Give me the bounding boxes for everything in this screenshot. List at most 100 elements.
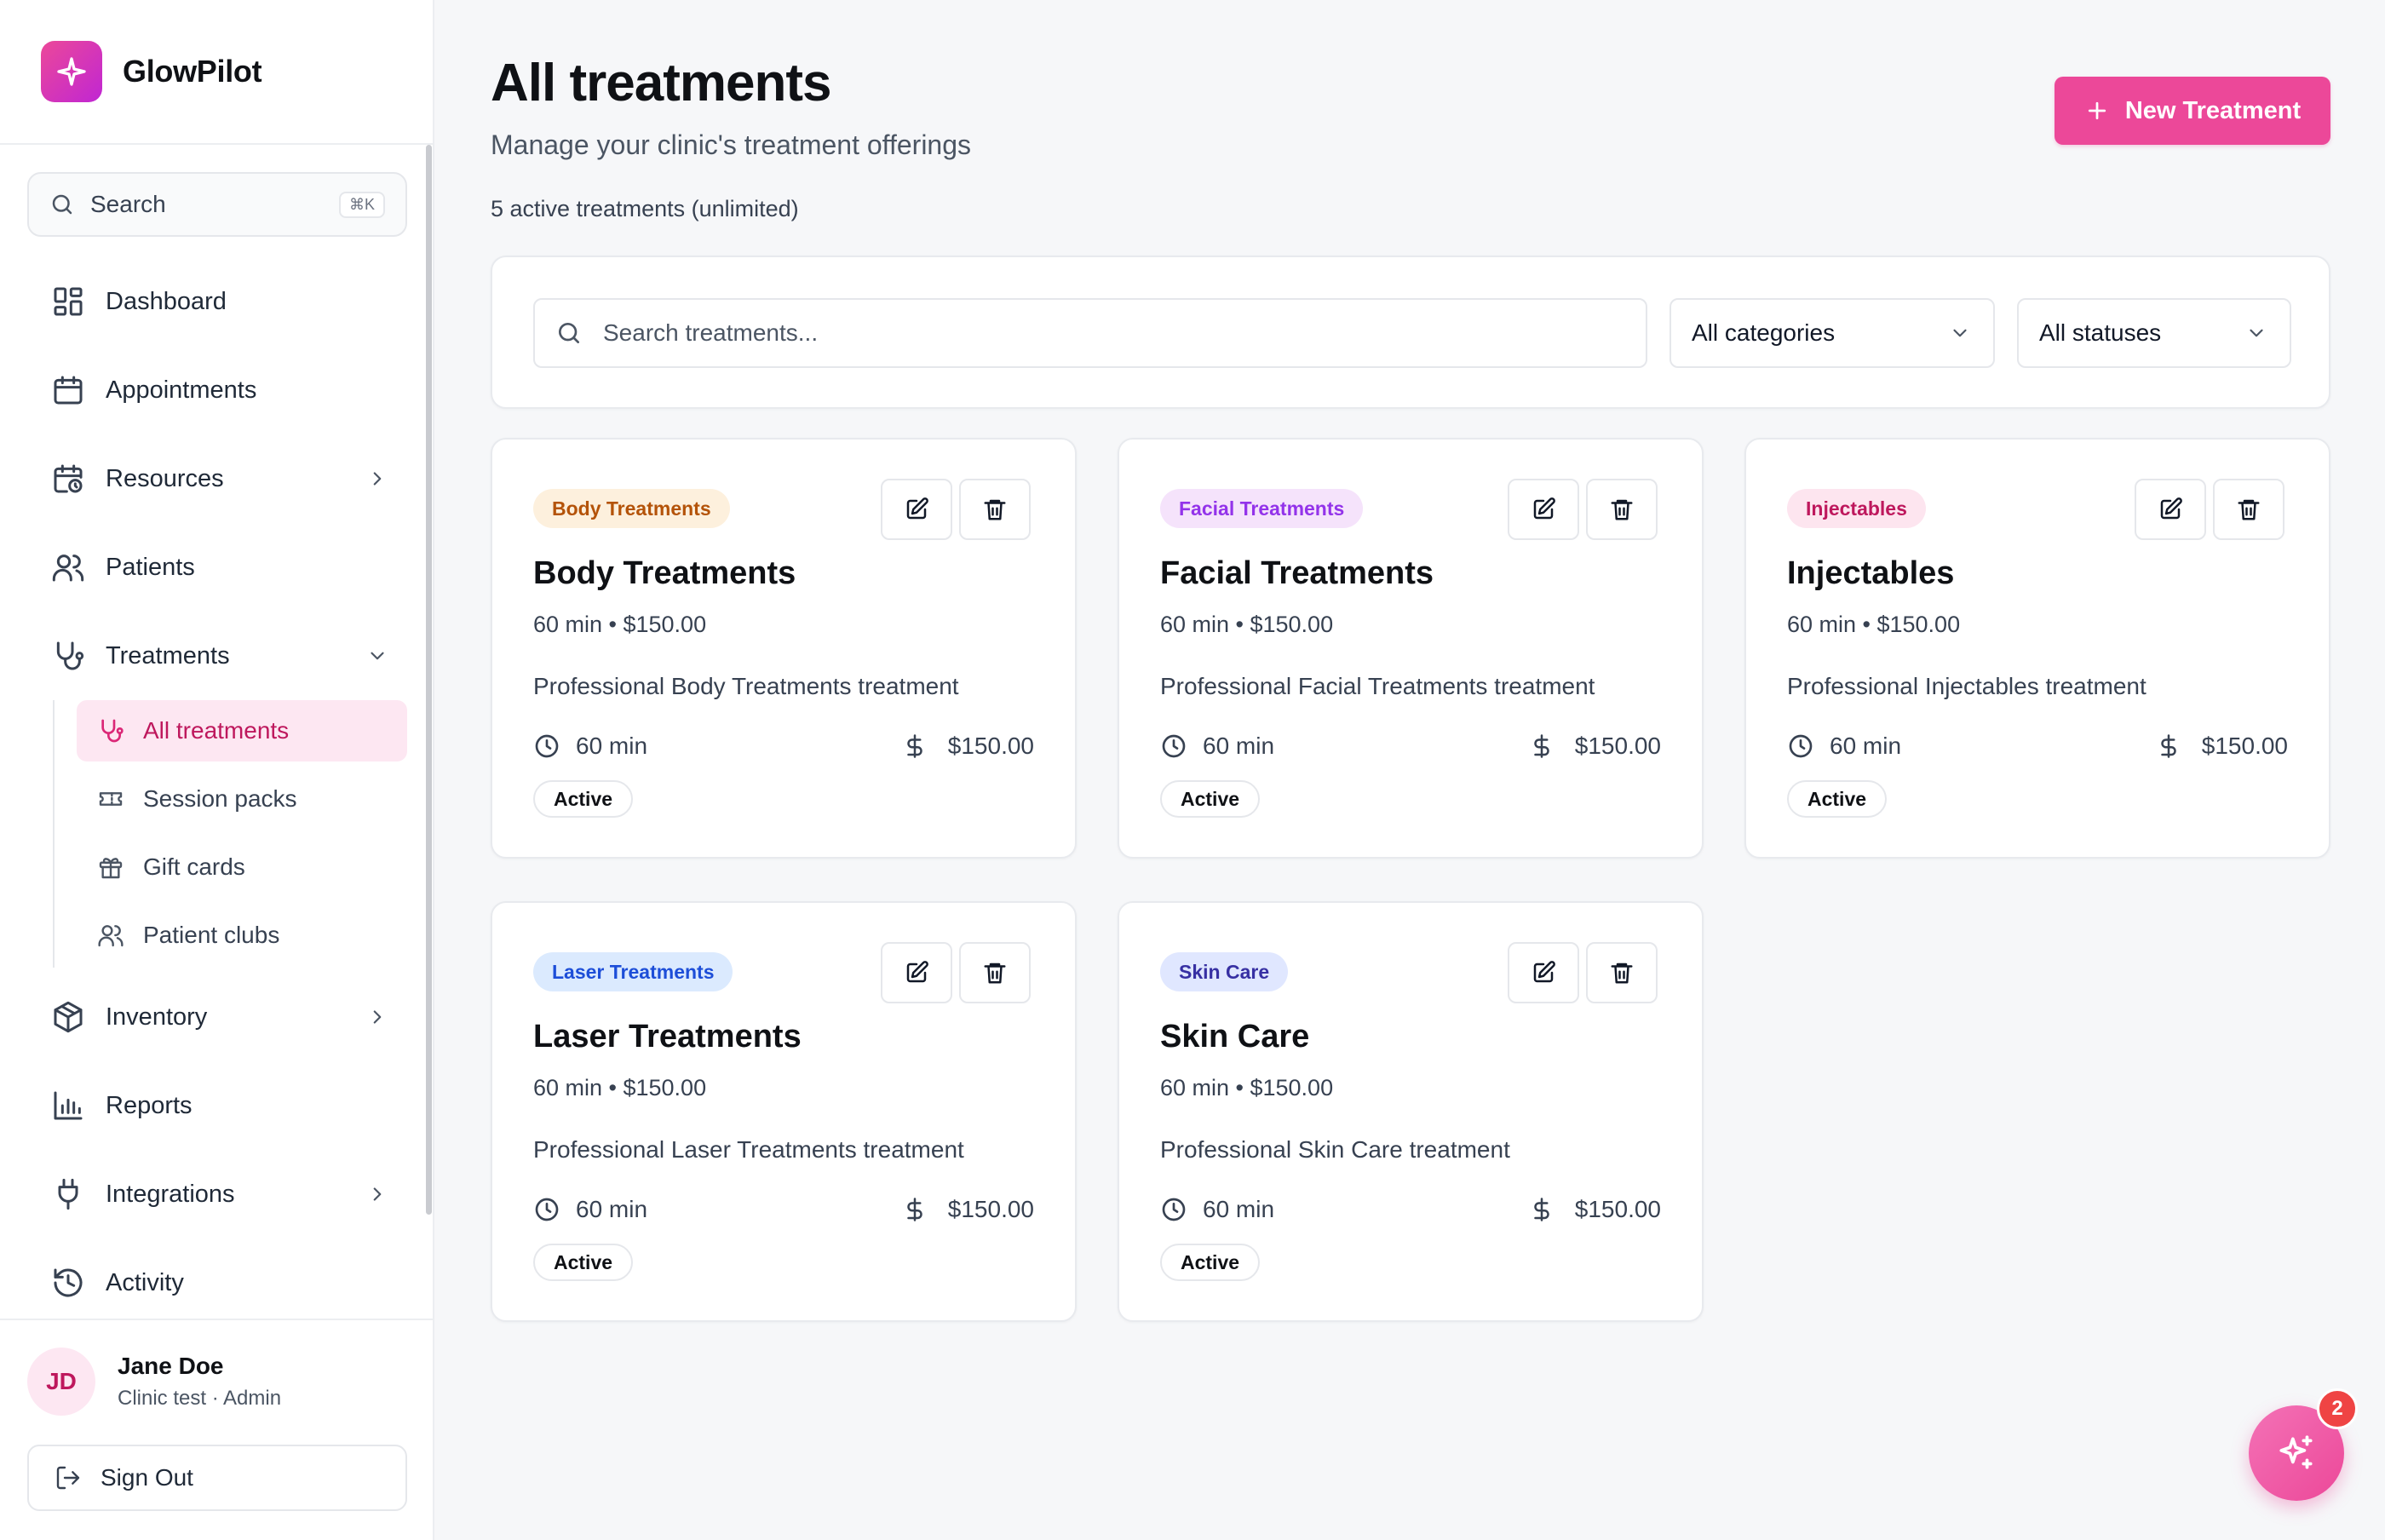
treatment-description: Professional Skin Care treatment — [1160, 1136, 1510, 1163]
plus-icon — [2084, 98, 2110, 124]
delete-button[interactable] — [959, 479, 1031, 540]
price-value: $150.00 — [1574, 1196, 1661, 1222]
delete-button[interactable] — [1586, 479, 1658, 540]
treatment-title: Body Treatments — [533, 555, 796, 591]
sidebar-item-patients[interactable]: Patients — [51, 542, 400, 593]
category-badge: Injectables — [1787, 489, 1926, 528]
treatment-duration: 60 min — [533, 733, 647, 760]
sidebar-item-integrations[interactable]: Integrations — [51, 1169, 400, 1220]
treatment-meta: 60 min • $150.00 — [1787, 612, 1961, 637]
sidebar-search[interactable]: Search ⌘K — [27, 172, 407, 237]
treatment-description: Professional Laser Treatments treatment — [533, 1136, 964, 1163]
users-icon — [51, 550, 85, 584]
edit-icon — [904, 960, 929, 985]
plug-icon — [51, 1177, 85, 1211]
user-role: Clinic test · Admin — [118, 1387, 282, 1410]
duration-value: 60 min — [576, 733, 648, 759]
delete-button[interactable] — [959, 942, 1031, 1003]
user-name: Jane Doe — [118, 1353, 224, 1379]
new-treatment-button[interactable]: New Treatment — [2055, 77, 2330, 145]
gift-icon — [97, 853, 124, 881]
treatment-price: $150.00 — [1529, 733, 1661, 760]
dollar-icon — [1529, 1197, 1555, 1222]
treatment-title: Facial Treatments — [1160, 555, 1434, 591]
treatment-card[interactable]: Facial Treatments Facial Treatments 60 m… — [1118, 438, 1704, 859]
treatment-card[interactable]: Injectables Injectables 60 min • $150.00… — [1744, 438, 2330, 859]
edit-button[interactable] — [881, 942, 952, 1003]
users-icon — [97, 922, 124, 949]
delete-button[interactable] — [1586, 942, 1658, 1003]
sidebar-subitem-all-treatments[interactable]: All treatments — [77, 700, 407, 761]
clock-icon — [533, 733, 560, 760]
status-select[interactable]: All statuses — [2017, 298, 2291, 368]
sidebar-subitem-label: All treatments — [143, 717, 290, 744]
treatment-search[interactable] — [533, 298, 1647, 368]
edit-button[interactable] — [1508, 479, 1579, 540]
user-profile[interactable]: JD Jane Doe Clinic test · Admin — [27, 1348, 281, 1416]
edit-icon — [904, 497, 929, 522]
status-badge: Active — [1160, 1244, 1261, 1281]
edit-button[interactable] — [881, 479, 952, 540]
search-icon — [49, 192, 75, 217]
history-icon — [51, 1266, 85, 1300]
sidebar-item-treatments[interactable]: Treatments — [51, 630, 400, 681]
page-subtitle: Manage your clinic's treatment offerings — [491, 129, 972, 160]
search-icon — [555, 319, 583, 347]
clock-icon — [1160, 1196, 1187, 1223]
sidebar-item-label: Resources — [106, 464, 224, 492]
category-badge: Body Treatments — [533, 489, 730, 528]
sidebar-item-inventory[interactable]: Inventory — [51, 991, 400, 1043]
dashboard-icon — [51, 284, 85, 319]
delete-button[interactable] — [2213, 479, 2284, 540]
sidebar-subitem-patient-clubs[interactable]: Patient clubs — [77, 905, 407, 966]
edit-icon — [1531, 960, 1556, 985]
category-badge: Facial Treatments — [1160, 489, 1364, 528]
brand[interactable]: GlowPilot — [41, 41, 262, 102]
sidebar-item-resources[interactable]: Resources — [51, 453, 400, 504]
trash-icon — [982, 960, 1008, 985]
new-treatment-label: New Treatment — [2124, 96, 2302, 124]
treatment-search-input[interactable] — [603, 319, 1646, 347]
sidebar-item-activity[interactable]: Activity — [51, 1257, 400, 1308]
status-badge: Active — [1160, 780, 1261, 818]
edit-button[interactable] — [2135, 479, 2206, 540]
chevron-down-icon — [2245, 322, 2267, 344]
sidebar-item-label: Reports — [106, 1091, 193, 1119]
treatment-meta: 60 min • $150.00 — [533, 1075, 707, 1100]
category-select[interactable]: All categories — [1670, 298, 1995, 368]
stethoscope-icon — [51, 639, 85, 673]
sign-out-label: Sign Out — [101, 1464, 193, 1491]
treatment-price: $150.00 — [902, 1196, 1034, 1223]
filter-bar: All categories All statuses — [491, 256, 2330, 409]
treatment-card[interactable]: Body Treatments Body Treatments 60 min •… — [491, 438, 1077, 859]
edit-button[interactable] — [1508, 942, 1579, 1003]
trash-icon — [1609, 497, 1635, 522]
sidebar-scrollbar[interactable] — [426, 145, 432, 1215]
sign-out-button[interactable]: Sign Out — [27, 1445, 407, 1511]
sidebar-item-reports[interactable]: Reports — [51, 1080, 400, 1131]
treatment-duration: 60 min — [1160, 733, 1274, 760]
sidebar-subitem-gift-cards[interactable]: Gift cards — [77, 836, 407, 898]
treatment-description: Professional Facial Treatments treatment — [1160, 673, 1595, 699]
sidebar-subitem-session-packs[interactable]: Session packs — [77, 768, 407, 830]
package-icon — [51, 1000, 85, 1034]
avatar: JD — [27, 1348, 95, 1416]
treatment-description: Professional Injectables treatment — [1787, 673, 2146, 699]
sidebar-item-dashboard[interactable]: Dashboard — [51, 276, 400, 327]
trash-icon — [982, 497, 1008, 522]
sidebar-item-appointments[interactable]: Appointments — [51, 365, 400, 416]
sidebar-item-label: Dashboard — [106, 287, 227, 315]
notification-badge: 2 — [2317, 1388, 2358, 1429]
clock-icon — [1160, 733, 1187, 760]
edit-icon — [2158, 497, 2183, 522]
status-badge: Active — [533, 780, 634, 818]
subnav-guide — [53, 700, 55, 968]
treatment-meta: 60 min • $150.00 — [1160, 1075, 1334, 1100]
calendar-icon — [51, 373, 85, 407]
treatment-duration: 60 min — [533, 1196, 647, 1223]
treatment-title: Laser Treatments — [533, 1019, 802, 1054]
treatment-card[interactable]: Skin Care Skin Care 60 min • $150.00 Pro… — [1118, 901, 1704, 1322]
bar-chart-icon — [51, 1089, 85, 1123]
treatment-card[interactable]: Laser Treatments Laser Treatments 60 min… — [491, 901, 1077, 1322]
treatment-meta: 60 min • $150.00 — [533, 612, 707, 637]
